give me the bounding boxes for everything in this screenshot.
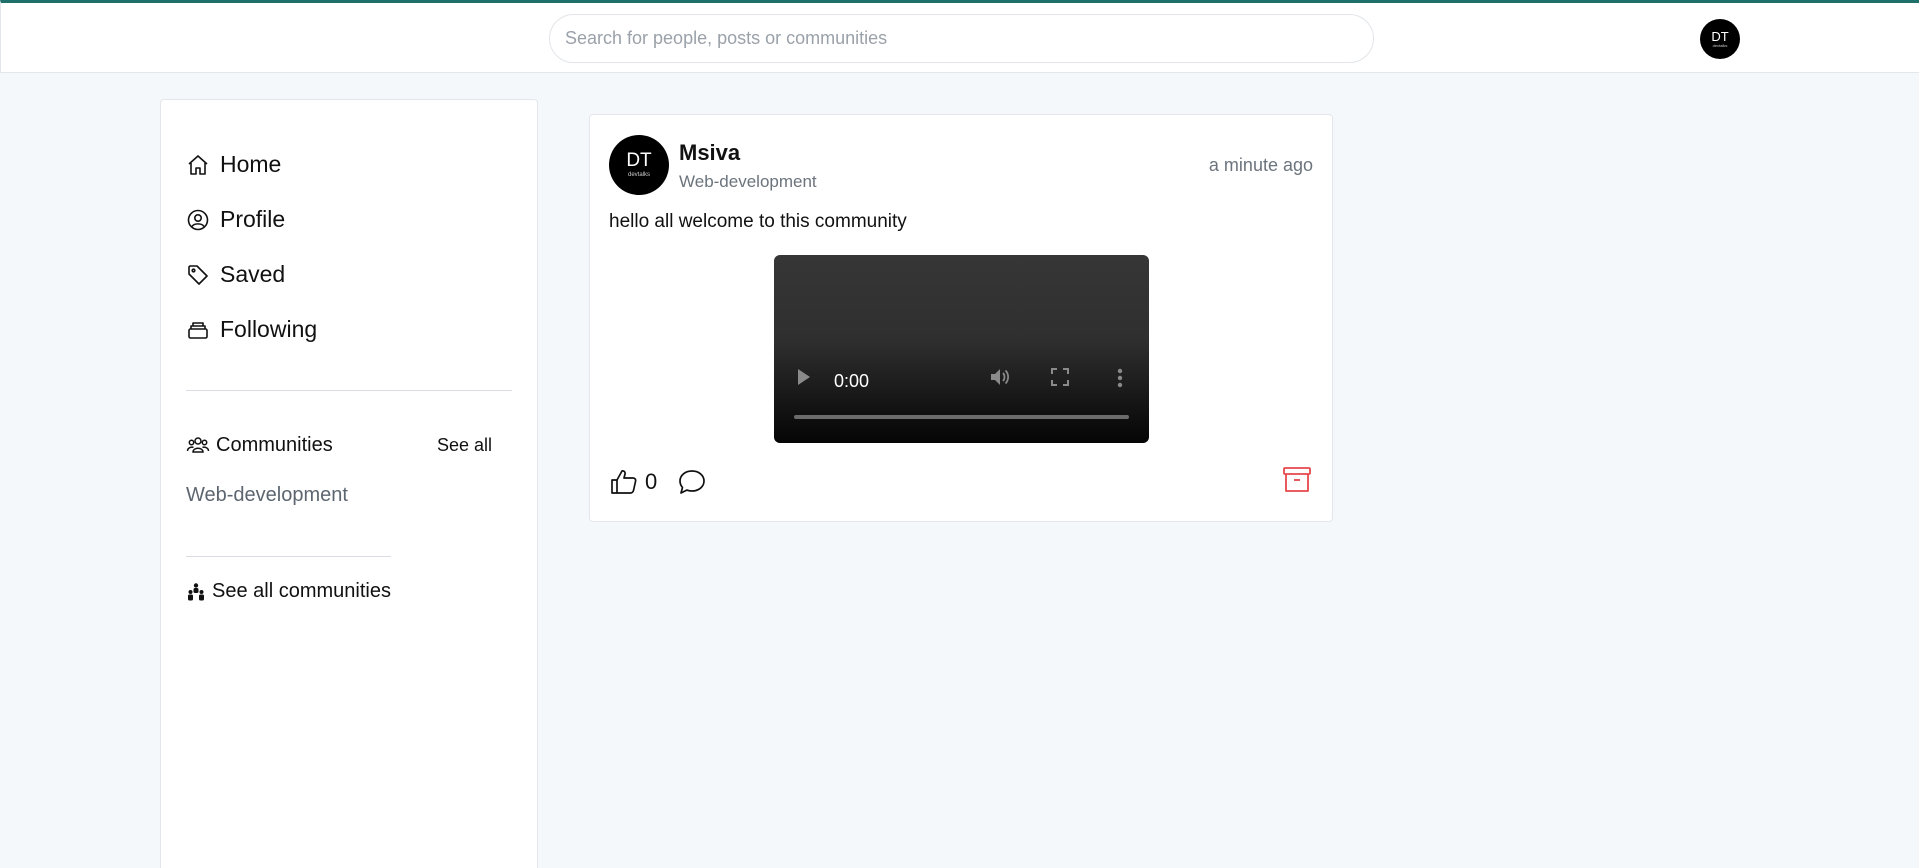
- more-vertical-icon[interactable]: [1117, 368, 1123, 388]
- video-time: 0:00: [834, 371, 870, 391]
- sidebar-item-following[interactable]: Following: [186, 316, 317, 343]
- see-all-communities-label: See all communities: [212, 580, 391, 602]
- see-all-link[interactable]: See all: [437, 435, 492, 456]
- fullscreen-icon[interactable]: [1051, 368, 1069, 386]
- sidebar-item-home[interactable]: Home: [186, 151, 281, 178]
- like-count: 0: [645, 469, 658, 494]
- tag-icon: [188, 264, 208, 285]
- communities-label: Communities: [216, 433, 333, 456]
- sidebar-item-label: Following: [220, 316, 318, 342]
- sidebar-divider: [186, 390, 512, 391]
- comment-button[interactable]: [677, 467, 707, 497]
- avatar-initials: DT: [626, 150, 652, 171]
- user-circle-icon: [187, 209, 209, 230]
- sidebar-item-label: Home: [220, 151, 282, 177]
- archive-delete-icon[interactable]: [1282, 465, 1312, 495]
- top-bar: Search for people, posts or communities …: [0, 0, 1919, 73]
- sidebar: Home Profile Saved Following Communities…: [160, 99, 538, 868]
- post-author-avatar[interactable]: DT devtalks: [609, 135, 669, 195]
- communities-header: Communities See all: [186, 433, 492, 457]
- community-link[interactable]: Web-development: [186, 484, 348, 507]
- home-icon: [188, 154, 208, 175]
- sidebar-divider: [186, 556, 391, 557]
- volume-icon[interactable]: [989, 366, 1011, 388]
- post-actions: 0: [609, 467, 707, 497]
- comment-icon: [679, 470, 706, 494]
- search-input[interactable]: Search for people, posts or communities: [549, 14, 1374, 63]
- video-player[interactable]: 0:00: [774, 255, 1149, 443]
- sidebar-item-label: Saved: [220, 261, 286, 287]
- thumbs-up-icon: [611, 470, 637, 494]
- user-avatar[interactable]: DT devtalks: [1700, 19, 1740, 59]
- see-all-communities-link[interactable]: See all communities: [186, 580, 391, 603]
- avatar-initials: DT: [1711, 29, 1729, 44]
- post-time: a minute ago: [1208, 155, 1313, 175]
- sidebar-item-saved[interactable]: Saved: [186, 261, 285, 288]
- sidebar-item-profile[interactable]: Profile: [186, 206, 285, 233]
- video-progress-bar[interactable]: [794, 415, 1129, 419]
- communities-title: Communities: [186, 433, 333, 457]
- sidebar-item-label: Profile: [220, 206, 286, 232]
- avatar-subtext: devtalks: [627, 172, 650, 178]
- users-icon: [186, 437, 210, 453]
- play-icon[interactable]: [797, 368, 811, 386]
- post-community[interactable]: Web-development: [679, 172, 817, 192]
- people-group-icon: [188, 582, 204, 600]
- avatar-subtext: devtalks: [1712, 43, 1728, 48]
- post-card: DT devtalks Msiva Web-development a minu…: [589, 114, 1333, 522]
- post-author[interactable]: Msiva: [679, 140, 740, 166]
- archive-icon: [188, 321, 208, 339]
- search-placeholder: Search for people, posts or communities: [565, 28, 888, 48]
- like-button[interactable]: 0: [609, 467, 657, 497]
- post-text: hello all welcome to this community: [609, 211, 907, 232]
